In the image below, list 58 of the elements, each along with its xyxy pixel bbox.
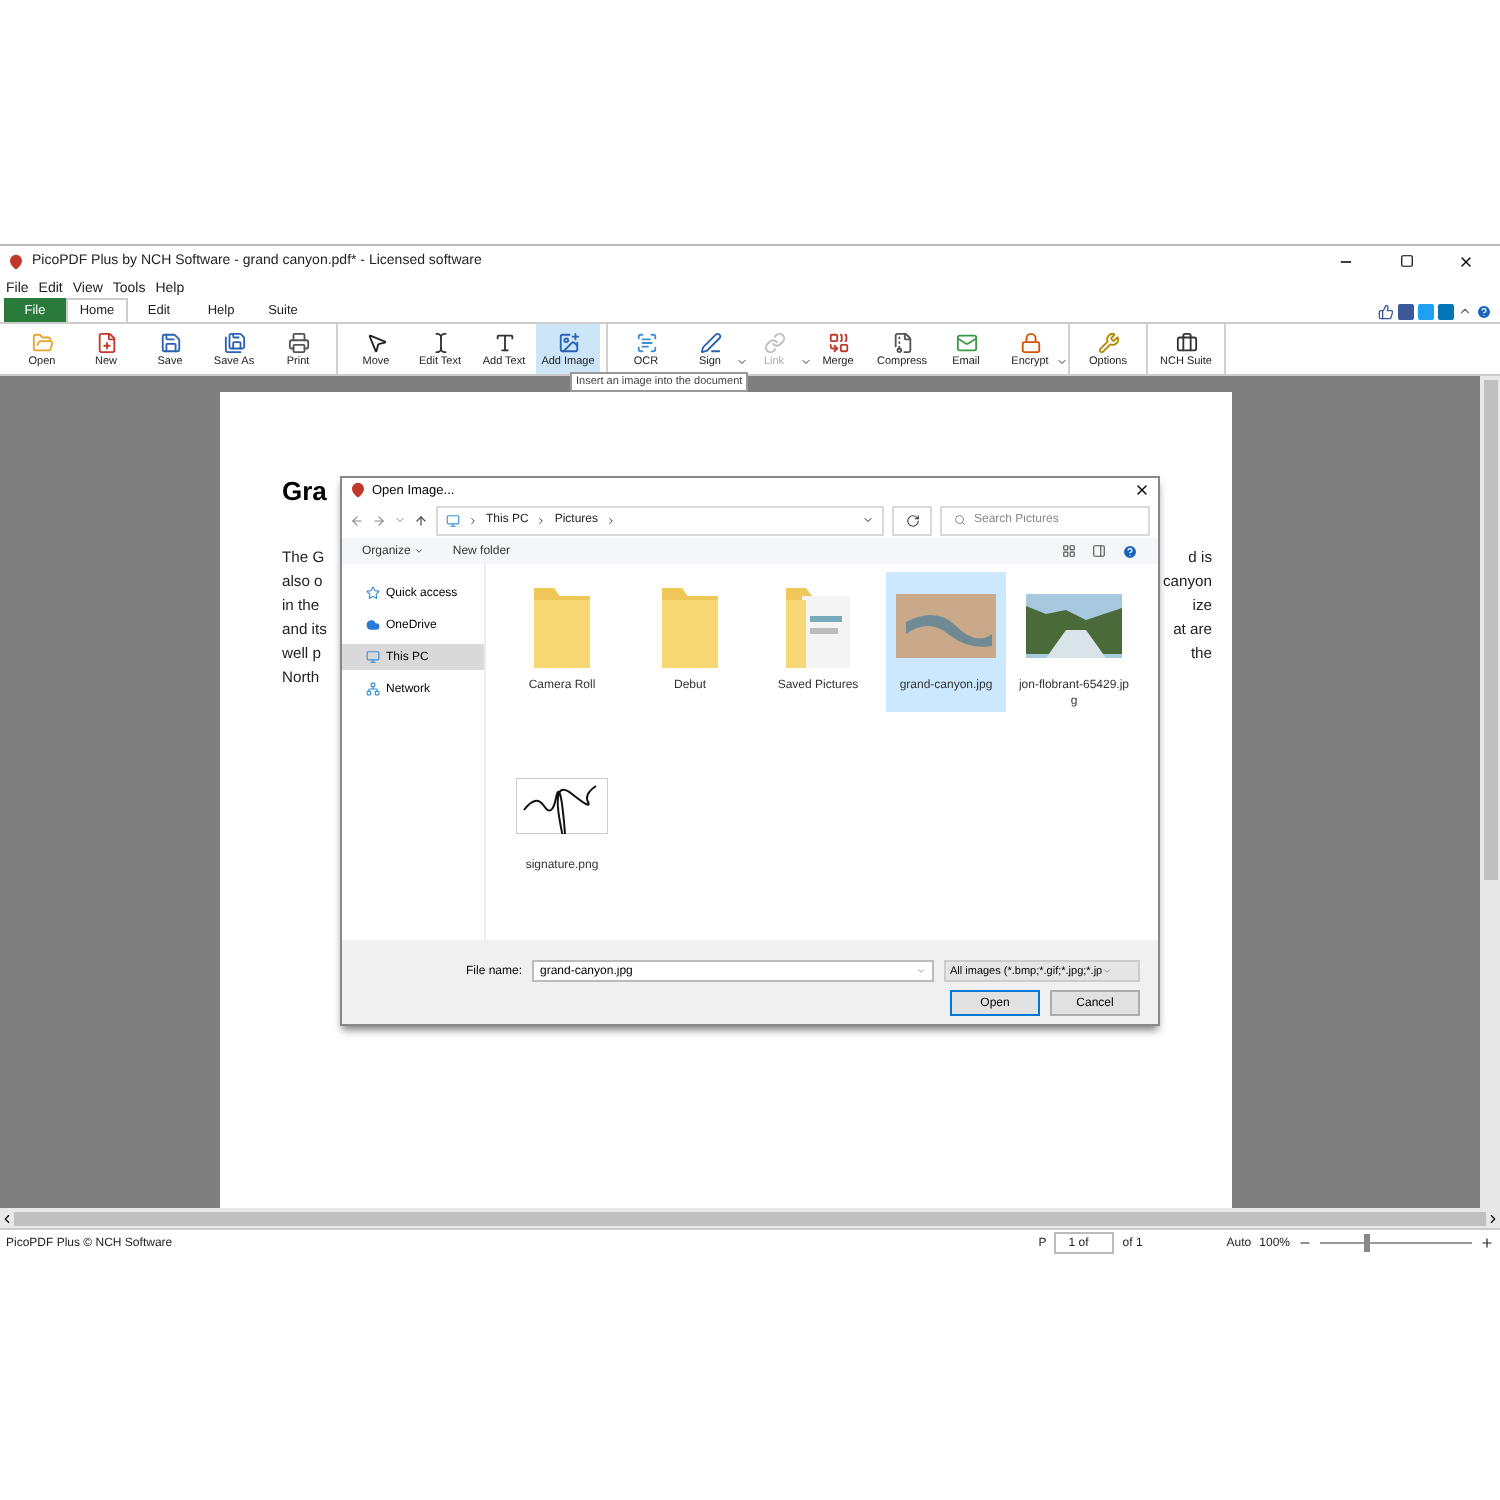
view-icon[interactable]	[1062, 544, 1076, 559]
folder-icon	[31, 331, 53, 353]
dropdown-caret-icon[interactable]	[862, 514, 874, 527]
app-logo-icon	[8, 253, 24, 269]
computer-icon	[446, 513, 460, 528]
dropdown-caret-icon[interactable]	[1056, 356, 1068, 368]
document-title: Gra	[282, 476, 327, 506]
caret-icon	[1102, 966, 1113, 977]
refresh-button[interactable]	[892, 505, 932, 536]
maximize-icon[interactable]	[1399, 254, 1413, 268]
chevron-icon	[468, 515, 478, 526]
back-icon[interactable]	[350, 513, 364, 528]
briefcase-icon	[1175, 331, 1197, 353]
collapse-icon[interactable]	[1458, 304, 1472, 318]
zoom-out-icon[interactable]	[1298, 1236, 1312, 1250]
archive-icon	[891, 331, 913, 353]
up-icon[interactable]	[414, 513, 428, 528]
signature-thumbnail	[516, 778, 608, 835]
preview-pane-icon[interactable]	[1092, 544, 1106, 559]
help-icon[interactable]	[1122, 543, 1138, 560]
wrench-icon	[1097, 331, 1119, 353]
pen-icon	[699, 331, 721, 353]
text-icon	[493, 331, 515, 353]
canyon-photo-placeholder	[896, 594, 996, 659]
forward-icon[interactable]	[372, 513, 386, 528]
computer-icon	[366, 650, 380, 665]
printer-icon	[287, 331, 309, 353]
app-logo-icon	[350, 482, 366, 499]
save-icon	[159, 331, 181, 353]
scroll-left-icon[interactable]	[0, 1211, 14, 1225]
search-icon	[954, 514, 966, 527]
network-icon	[366, 682, 380, 697]
scan-text-icon	[635, 331, 657, 353]
scroll-right-icon[interactable]	[1486, 1211, 1500, 1225]
help-icon[interactable]	[1476, 303, 1492, 319]
thumbs-up-icon[interactable]	[1378, 303, 1394, 319]
star-icon	[366, 586, 380, 601]
new-file-icon	[95, 331, 117, 353]
dropdown-caret-icon[interactable]	[736, 356, 748, 368]
slider-thumb[interactable]	[1363, 1234, 1370, 1252]
link-icon	[763, 331, 785, 353]
close-icon[interactable]	[1134, 482, 1150, 499]
river-photo-placeholder	[1026, 594, 1122, 659]
image-plus-icon	[557, 331, 579, 353]
zoom-in-icon[interactable]	[1480, 1236, 1494, 1250]
merge-icon	[827, 331, 849, 353]
lock-icon	[1019, 331, 1041, 353]
caret-icon[interactable]	[414, 546, 425, 557]
vertical-scrollbar[interactable]	[1480, 376, 1500, 1208]
chevron-icon	[606, 515, 617, 526]
horizontal-scrollbar[interactable]	[0, 1208, 1500, 1228]
refresh-icon	[905, 513, 919, 528]
cloud-icon	[366, 618, 380, 633]
mail-icon	[955, 331, 977, 353]
pointer-icon	[365, 331, 387, 353]
close-icon[interactable]	[1458, 253, 1474, 269]
save-all-icon	[223, 331, 245, 353]
chevron-icon	[536, 515, 547, 526]
